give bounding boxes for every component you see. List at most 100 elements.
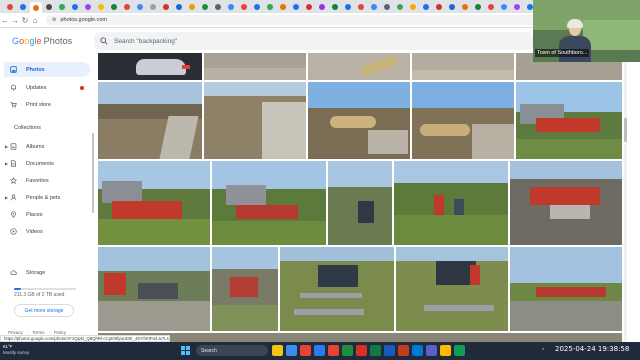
get-more-storage-button[interactable]: Get more storage (14, 304, 74, 317)
browser-tab[interactable] (394, 2, 406, 11)
sidebar-item-videos[interactable]: Videos (4, 224, 90, 239)
system-tray-icon[interactable]: ⌃ (541, 348, 545, 354)
photo-thumbnail[interactable] (98, 82, 202, 159)
browser-tab[interactable] (472, 2, 484, 11)
taskbar-app-icon[interactable] (300, 345, 311, 356)
taskbar-app-icon[interactable] (384, 345, 395, 356)
browser-tab[interactable] (303, 2, 315, 11)
browser-tab[interactable] (342, 2, 354, 11)
google-photos-logo[interactable]: Google Photos (12, 36, 72, 46)
browser-tab[interactable] (160, 2, 172, 11)
taskbar-app-icon[interactable] (426, 345, 437, 356)
photo-thumbnail[interactable] (328, 161, 392, 245)
sidebar-item-albums[interactable]: ▶ Albums (4, 139, 90, 154)
taskbar-app-icon[interactable] (328, 345, 339, 356)
taskbar-search[interactable]: Search (196, 345, 268, 356)
sidebar-item-updates[interactable]: Updates (4, 80, 90, 95)
browser-tab[interactable] (69, 2, 81, 11)
sidebar-scrollbar[interactable] (92, 133, 94, 213)
video-call-overlay[interactable]: Town of Southboro... (533, 0, 640, 62)
photo-thumbnail[interactable] (412, 82, 514, 159)
photo-grid-scrollbar[interactable] (624, 53, 627, 342)
sidebar-item-photos[interactable]: Photos (4, 62, 90, 77)
photo-thumbnail[interactable] (204, 82, 306, 159)
windows-start-icon[interactable] (181, 346, 190, 355)
photo-grid-scroll-thumb[interactable] (624, 118, 627, 142)
taskbar-app-icon[interactable] (286, 345, 297, 356)
browser-tab[interactable] (212, 2, 224, 11)
browser-tab[interactable] (264, 2, 276, 11)
back-button[interactable]: ← (0, 16, 10, 25)
search-input[interactable]: Search "backpacking" (94, 32, 534, 50)
sidebar-item-documents[interactable]: ▶ Documents (4, 156, 90, 171)
taskbar-app-icon[interactable] (454, 345, 465, 356)
browser-tab[interactable] (316, 2, 328, 11)
expand-arrow-icon[interactable]: ▶ (5, 144, 8, 149)
browser-tab[interactable] (433, 2, 445, 11)
taskbar-app-icon[interactable] (440, 345, 451, 356)
browser-tab[interactable] (498, 2, 510, 11)
browser-tab[interactable] (121, 2, 133, 11)
browser-tab[interactable] (407, 2, 419, 11)
browser-tab[interactable] (355, 2, 367, 11)
browser-tab[interactable] (381, 2, 393, 11)
taskbar-clock[interactable]: 2025-04-24 19:38:58 (555, 345, 629, 353)
sidebar-item-people-pets[interactable]: ▶ People & pets (4, 190, 90, 205)
photo-thumbnail[interactable] (212, 247, 278, 331)
browser-tab[interactable] (108, 2, 120, 11)
browser-tab[interactable] (56, 2, 68, 11)
photo-thumbnail[interactable] (510, 161, 622, 245)
browser-tab[interactable] (368, 2, 380, 11)
photo-thumbnail[interactable] (204, 53, 306, 80)
browser-tab[interactable] (329, 2, 341, 11)
taskbar-app-icon[interactable] (356, 345, 367, 356)
taskbar-app-icon[interactable] (342, 345, 353, 356)
browser-tab[interactable] (147, 2, 159, 11)
photo-thumbnail[interactable] (394, 161, 508, 245)
taskbar-app-icon[interactable] (370, 345, 381, 356)
expand-arrow-icon[interactable]: ▶ (5, 161, 8, 166)
taskbar-app-icon[interactable] (272, 345, 283, 356)
sidebar-item-print-store[interactable]: Print store (4, 97, 90, 112)
browser-tab[interactable] (238, 2, 250, 11)
browser-tab[interactable] (420, 2, 432, 11)
forward-button[interactable]: → (10, 16, 20, 25)
photo-thumbnail[interactable] (98, 161, 210, 245)
site-info-icon[interactable]: ⚙ (52, 17, 56, 23)
browser-tab[interactable] (43, 2, 55, 11)
weather-widget[interactable]: 61°F Mostly sunny (3, 344, 29, 356)
browser-tab[interactable] (277, 2, 289, 11)
sidebar-item-favorites[interactable]: Favorites (4, 173, 90, 188)
browser-tab[interactable] (290, 2, 302, 11)
photo-thumbnail[interactable] (98, 247, 210, 331)
sidebar-item-places[interactable]: Places (4, 207, 90, 222)
browser-tab[interactable] (4, 2, 16, 11)
browser-tab[interactable] (446, 2, 458, 11)
taskbar-app-icon[interactable] (412, 345, 423, 356)
browser-tab[interactable] (134, 2, 146, 11)
browser-tab[interactable] (459, 2, 471, 11)
browser-tab[interactable] (95, 2, 107, 11)
photo-thumbnail[interactable] (510, 247, 622, 331)
expand-arrow-icon[interactable]: ▶ (5, 195, 8, 200)
browser-tab[interactable] (511, 2, 523, 11)
browser-tab[interactable] (251, 2, 263, 11)
browser-tab[interactable] (17, 2, 29, 11)
photo-thumbnail[interactable] (396, 247, 508, 331)
browser-tab[interactable] (30, 2, 42, 13)
browser-tab[interactable] (173, 2, 185, 11)
taskbar-app-icon[interactable] (398, 345, 409, 356)
taskbar-app-icon[interactable] (314, 345, 325, 356)
photo-thumbnail[interactable] (98, 53, 202, 80)
photo-thumbnail[interactable] (280, 247, 394, 331)
photo-thumbnail-row-partial[interactable] (98, 333, 622, 342)
address-bar[interactable]: ⚙ photos.google.com (46, 15, 566, 25)
sidebar-item-storage[interactable]: Storage (4, 265, 90, 280)
browser-tab[interactable] (199, 2, 211, 11)
photo-thumbnail[interactable] (516, 82, 622, 159)
browser-tab[interactable] (225, 2, 237, 11)
photo-thumbnail[interactable] (412, 53, 514, 80)
browser-tab[interactable] (82, 2, 94, 11)
photo-thumbnail[interactable] (308, 82, 410, 159)
browser-tab[interactable] (186, 2, 198, 11)
